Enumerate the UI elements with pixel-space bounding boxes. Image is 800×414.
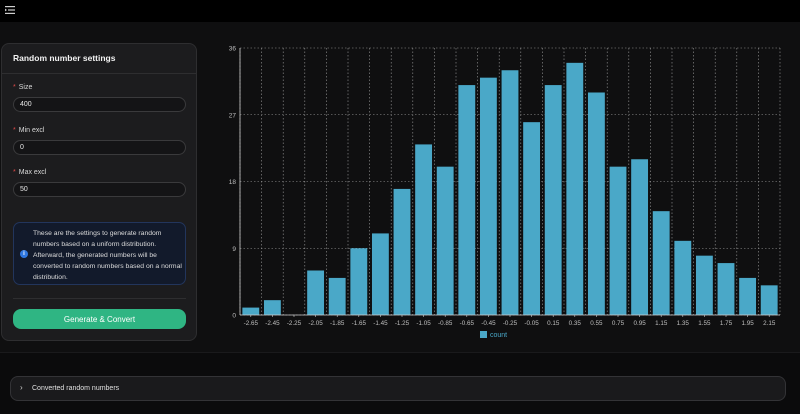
bar[interactable]	[501, 70, 519, 315]
top-bar	[0, 0, 800, 22]
legend-label[interactable]: count	[490, 332, 507, 339]
x-tick-label: 1.95	[741, 320, 754, 327]
bar[interactable]	[674, 240, 692, 315]
hamburger-menu-icon[interactable]	[4, 4, 16, 16]
x-tick-label: 1.75	[720, 320, 733, 327]
min-excl-input[interactable]	[13, 140, 186, 155]
x-tick-label: 2.15	[763, 320, 776, 327]
bar[interactable]	[328, 277, 346, 315]
bar[interactable]	[393, 188, 411, 315]
x-tick-label: -0.85	[438, 320, 453, 327]
x-tick-label: 1.35	[677, 320, 690, 327]
x-tick-label: -2.05	[308, 320, 323, 327]
settings-title: Random number settings	[13, 53, 116, 63]
info-text: These are the settings to generate rando…	[33, 230, 182, 281]
bar[interactable]	[415, 144, 433, 315]
x-tick-label: -1.05	[416, 320, 431, 327]
converted-numbers-accordion[interactable]: › Converted random numbers	[10, 376, 786, 401]
bar[interactable]	[566, 62, 584, 315]
legend-swatch[interactable]	[480, 331, 487, 338]
x-tick-label: -1.65	[352, 320, 367, 327]
x-tick-label: 0.15	[547, 320, 560, 327]
y-tick-label: 36	[229, 46, 237, 53]
x-tick-label: 0.55	[590, 320, 603, 327]
bar[interactable]	[695, 255, 713, 315]
x-tick-label: 0.35	[569, 320, 582, 327]
accordion-label: Converted random numbers	[32, 385, 120, 392]
x-tick-label: -2.25	[287, 320, 302, 327]
actions-divider	[13, 298, 186, 299]
info-icon: i	[20, 250, 28, 258]
legend-layer: count	[480, 331, 507, 339]
bar[interactable]	[479, 77, 497, 315]
bar[interactable]	[609, 166, 627, 315]
x-tick-label: 1.15	[655, 320, 668, 327]
histogram-chart: 0 9 18 27 36 -2.65 -2.45 -2.25 -2.05 -1.85 -1.65 -1…	[210, 40, 790, 345]
generate-convert-button[interactable]: Generate & Convert	[13, 309, 186, 329]
y-tick-label: 27	[229, 112, 237, 119]
info-alert: i These are the settings to generate ran…	[13, 222, 186, 285]
size-label: * Size	[13, 84, 33, 91]
bar[interactable]	[523, 122, 541, 316]
y-tick-label: 9	[232, 246, 236, 253]
bar[interactable]	[350, 248, 368, 315]
bar[interactable]	[631, 159, 649, 315]
bar[interactable]	[760, 285, 778, 315]
bar[interactable]	[458, 85, 476, 315]
bar[interactable]	[307, 270, 325, 316]
max-excl-input[interactable]	[13, 182, 186, 197]
max-excl-label: * Max excl	[13, 169, 47, 176]
card-divider	[2, 73, 196, 74]
bar-layer	[242, 62, 778, 316]
bar[interactable]	[717, 263, 735, 315]
x-tick-label: -2.45	[265, 320, 280, 327]
bar[interactable]	[587, 92, 605, 316]
x-tick-label: -0.65	[460, 320, 475, 327]
x-tick-label: -2.65	[244, 320, 259, 327]
bar[interactable]	[371, 233, 389, 315]
x-tick-label: -0.45	[481, 320, 496, 327]
bar[interactable]	[544, 85, 562, 315]
bar[interactable]	[263, 300, 281, 315]
x-tick-label: -1.25	[395, 320, 410, 327]
settings-card: Random number settings *Size *Min excl *…	[1, 43, 197, 341]
x-tick-label: 1.55	[698, 320, 711, 327]
size-input[interactable]	[13, 97, 186, 112]
y-tick-label: 0	[232, 313, 236, 320]
x-tick-label: -0.05	[524, 320, 539, 327]
x-tick-label: -1.45	[373, 320, 388, 327]
x-tick-label: 0.75	[612, 320, 625, 327]
histogram-svg: 0 9 18 27 36 -2.65 -2.45 -2.25 -2.05 -1.85 -1.65 -1…	[229, 46, 781, 339]
y-tick-label: 18	[229, 179, 237, 186]
x-tick-label: 0.95	[633, 320, 646, 327]
min-excl-label: * Min excl	[13, 127, 45, 134]
bar[interactable]	[739, 277, 757, 315]
chevron-right-icon: ›	[20, 383, 23, 392]
bar[interactable]	[436, 166, 454, 315]
bar[interactable]	[242, 307, 260, 315]
x-tick-label: -0.25	[503, 320, 518, 327]
bar[interactable]	[652, 211, 670, 315]
x-tick-label: -1.85	[330, 320, 345, 327]
